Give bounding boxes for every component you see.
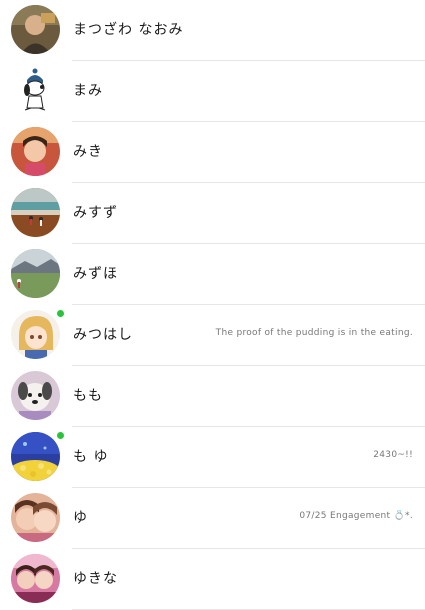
contact-row[interactable]: みき [0,122,425,183]
contact-row[interactable]: みずほ [0,244,425,305]
avatar [11,310,60,359]
contact-list: まつざわ なおみ まみ みき みすず みずほ みつはし The proof of… [0,0,425,610]
contact-row[interactable]: まつざわ なおみ [0,0,425,61]
contact-row[interactable]: も ゆ 2430~!! [0,427,425,488]
contact-name: みずほ [73,266,118,282]
online-status-icon [56,309,65,318]
contact-name: ゆ [73,510,88,526]
avatar [11,554,60,603]
avatar [11,371,60,420]
status-message: The proof of the pudding is in the eatin… [215,328,413,338]
contact-row[interactable]: みすず [0,183,425,244]
contact-row[interactable]: みつはし The proof of the pudding is in the … [0,305,425,366]
avatar [11,188,60,237]
status-message: 07/25 Engagement 💍*. [299,511,413,521]
contact-row[interactable]: ゆきな [0,549,425,610]
avatar [11,493,60,542]
contact-row[interactable]: まみ [0,61,425,122]
contact-name: ゆきな [73,571,118,587]
contact-name: まつざわ なおみ [73,22,184,38]
contact-name: みつはし [73,327,133,343]
avatar [11,249,60,298]
contact-name: も ゆ [73,449,109,465]
avatar [11,127,60,176]
contact-name: まみ [73,83,103,99]
online-status-icon [56,431,65,440]
avatar [11,66,60,115]
contact-row[interactable]: もも [0,366,425,427]
contact-row[interactable]: ゆ 07/25 Engagement 💍*. [0,488,425,549]
contact-name: もも [73,388,103,404]
contact-name: みき [73,144,103,160]
avatar [11,5,60,54]
status-message: 2430~!! [373,450,413,460]
avatar [11,432,60,481]
contact-name: みすず [73,205,118,221]
